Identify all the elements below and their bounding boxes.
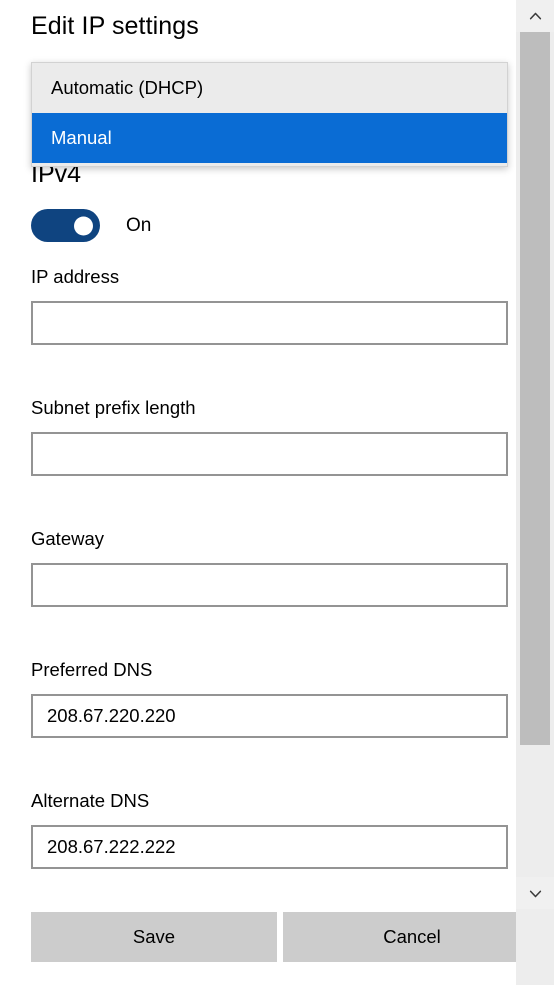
gateway-input[interactable] (31, 562, 508, 607)
label-subnet-prefix-length: Subnet prefix length (31, 397, 196, 418)
ip-address-input[interactable] (31, 300, 508, 345)
alternate-dns-input[interactable] (31, 824, 508, 869)
edit-ip-settings-pane: Edit IP settings IPv4 On IP address Subn… (0, 0, 516, 985)
dropdown-option-automatic-dhcp[interactable]: Automatic (DHCP) (32, 63, 507, 113)
label-preferred-dns: Preferred DNS (31, 659, 153, 680)
ip-assignment-dropdown-list[interactable]: Automatic (DHCP) Manual (31, 62, 508, 167)
field-group-ip-address: IP address (31, 266, 508, 345)
field-group-preferred-dns: Preferred DNS (31, 659, 508, 738)
field-group-alternate-dns: Alternate DNS (31, 790, 508, 869)
preferred-dns-input[interactable] (31, 693, 508, 738)
chevron-up-icon (529, 12, 541, 19)
cancel-button[interactable]: Cancel (283, 912, 516, 962)
label-gateway: Gateway (31, 528, 105, 549)
scrollbar-track[interactable] (516, 32, 554, 877)
ipv4-toggle-row: On (31, 209, 151, 242)
ipv4-toggle-state-label: On (126, 214, 152, 236)
vertical-scrollbar[interactable] (516, 0, 554, 985)
ipv4-toggle-switch[interactable] (31, 209, 100, 242)
subnet-prefix-length-input[interactable] (31, 431, 508, 476)
dropdown-option-manual[interactable]: Manual (32, 113, 507, 163)
action-bar: Save Cancel (0, 912, 516, 962)
chevron-down-icon (529, 890, 541, 897)
scroll-down-button[interactable] (516, 877, 554, 909)
label-alternate-dns: Alternate DNS (31, 790, 150, 811)
scrollbar-thumb[interactable] (520, 32, 550, 745)
field-group-subnet-prefix-length: Subnet prefix length (31, 397, 508, 476)
page-title: Edit IP settings (31, 12, 199, 40)
toggle-knob (74, 216, 93, 235)
save-button[interactable]: Save (31, 912, 277, 962)
scroll-up-button[interactable] (516, 0, 554, 32)
field-group-gateway: Gateway (31, 528, 508, 607)
label-ip-address: IP address (31, 266, 120, 287)
